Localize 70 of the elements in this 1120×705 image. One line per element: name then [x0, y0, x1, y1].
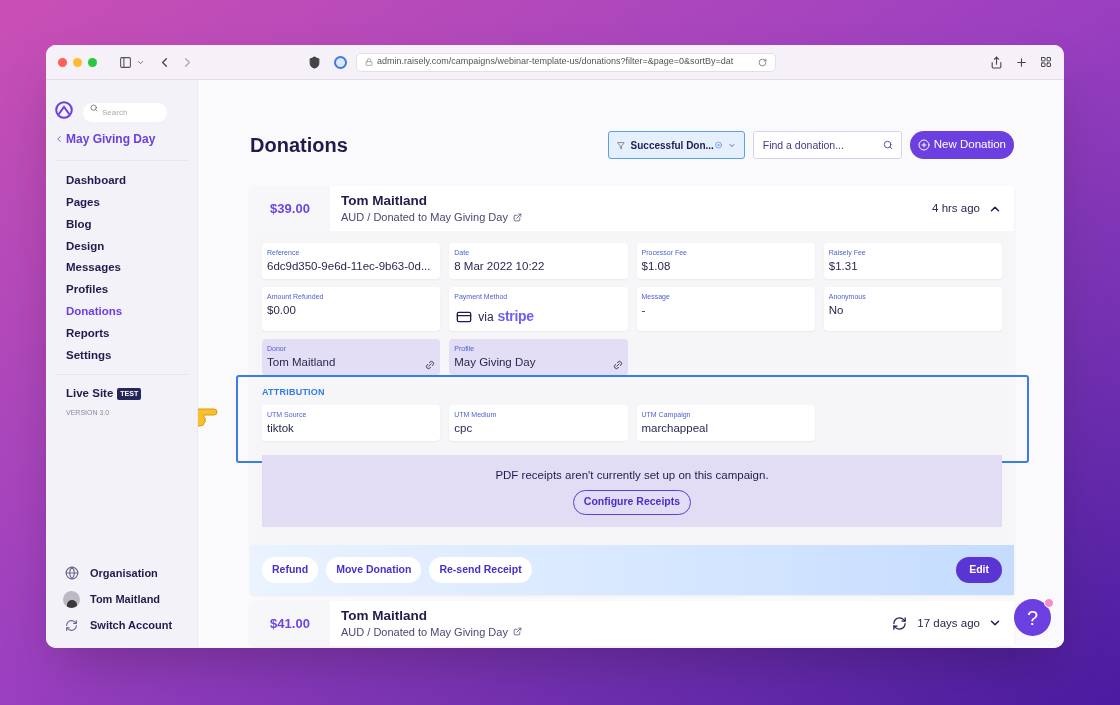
nav-item[interactable]: Pages: [66, 191, 188, 214]
chevron-left-icon: [54, 134, 64, 144]
shield-icon[interactable]: [308, 55, 321, 69]
share-icon[interactable]: [990, 55, 1003, 69]
donation-search-field[interactable]: Find a donation...: [752, 131, 902, 159]
filter-label: Successful Don...: [630, 138, 714, 153]
new-tab-icon[interactable]: [1015, 55, 1028, 69]
logo-icon: [55, 101, 73, 119]
nav-item[interactable]: Reports: [66, 322, 188, 345]
donation-time: 17 days ago: [917, 615, 980, 631]
url-text: admin.raisely.com/campaigns/webinar-template-us/donations?filter=&page=0&sortBy=dat: [377, 55, 734, 69]
nav-item[interactable]: Blog: [66, 213, 188, 236]
plus-circle-icon: [917, 139, 930, 151]
search-icon: [882, 140, 893, 150]
field-value: $0.00: [267, 303, 297, 318]
attribution-heading: ATTRIBUTION: [262, 386, 326, 399]
new-donation-button[interactable]: New Donation: [909, 131, 1014, 159]
donor-name: Tom Maitland: [341, 191, 428, 209]
donation-subtitle: AUD / Donated to May Giving Day: [341, 209, 508, 225]
switch-icon: [65, 618, 78, 632]
action-button[interactable]: Re-send Receipt: [429, 556, 532, 583]
field-value: No: [828, 303, 845, 318]
close-window-button[interactable]: [58, 57, 67, 67]
donation-subtitle: AUD / Donated to May Giving Day: [341, 624, 508, 640]
nav-item[interactable]: Donations: [66, 300, 188, 323]
tab-overview-icon[interactable]: [1040, 56, 1052, 68]
search-field[interactable]: Search: [83, 103, 167, 122]
field-value: marchappeal: [641, 420, 709, 436]
field-value: 8 Mar 2022 10:22: [454, 259, 546, 274]
action-button[interactable]: Move Donation: [326, 556, 422, 583]
address-bar[interactable]: admin.raisely.com/campaigns/webinar-template-us/donations?filter=&page=0&sortBy=dat: [356, 52, 776, 72]
field-value: via: [478, 308, 494, 326]
field-value: $1.08: [641, 259, 672, 274]
field-value: -: [641, 303, 647, 318]
edit-button[interactable]: Edit: [956, 556, 1002, 583]
campaign-link[interactable]: May Giving Day: [55, 130, 188, 161]
nav-item[interactable]: Dashboard: [66, 170, 188, 192]
page-title: Donations: [250, 133, 349, 158]
field-value: cpc: [454, 420, 474, 436]
receipts-message: PDF receipts aren't currently set up on this campaign.: [495, 467, 769, 483]
filter-icon: [616, 139, 625, 151]
donor-name: Tom Maitland: [341, 606, 428, 624]
external-link-icon[interactable]: [512, 212, 522, 222]
donation-time: 4 hrs ago: [932, 200, 980, 216]
external-link-icon[interactable]: [512, 627, 522, 637]
nav-item[interactable]: Profiles: [66, 279, 188, 301]
action-button[interactable]: Refund: [262, 556, 319, 583]
field-value: $1.31: [828, 259, 859, 274]
account-menu-item[interactable]: Switch Account: [90, 616, 173, 634]
reload-icon[interactable]: [758, 57, 767, 67]
lock-icon: [365, 58, 373, 66]
nav-item[interactable]: Messages: [66, 257, 188, 279]
nav-item[interactable]: Settings: [66, 344, 188, 367]
donation-amount: $41.00: [250, 600, 330, 646]
password-icon[interactable]: [334, 55, 347, 69]
nav-item[interactable]: Design: [66, 235, 188, 258]
field-value: 6dc9d350-9e6d-11ec-9b63-0d...: [267, 259, 432, 274]
account-menu-item[interactable]: Organisation: [90, 564, 158, 582]
sidebar-toggle-icon[interactable]: [119, 55, 132, 69]
avatar-icon: [63, 590, 80, 608]
field-value: Tom Maitland: [267, 355, 337, 370]
field-value: May Giving Day: [454, 355, 537, 370]
account-menu-item[interactable]: Tom Maitland: [90, 590, 161, 608]
donation-amount: $39.00: [250, 186, 330, 231]
search-icon: [90, 103, 98, 112]
globe-icon: [64, 566, 79, 580]
filter-dropdown[interactable]: Successful Don...: [607, 131, 745, 159]
payment-brand: stripe: [497, 307, 534, 326]
field-value: tiktok: [267, 420, 295, 436]
live-site-link[interactable]: Live Site: [66, 385, 114, 403]
